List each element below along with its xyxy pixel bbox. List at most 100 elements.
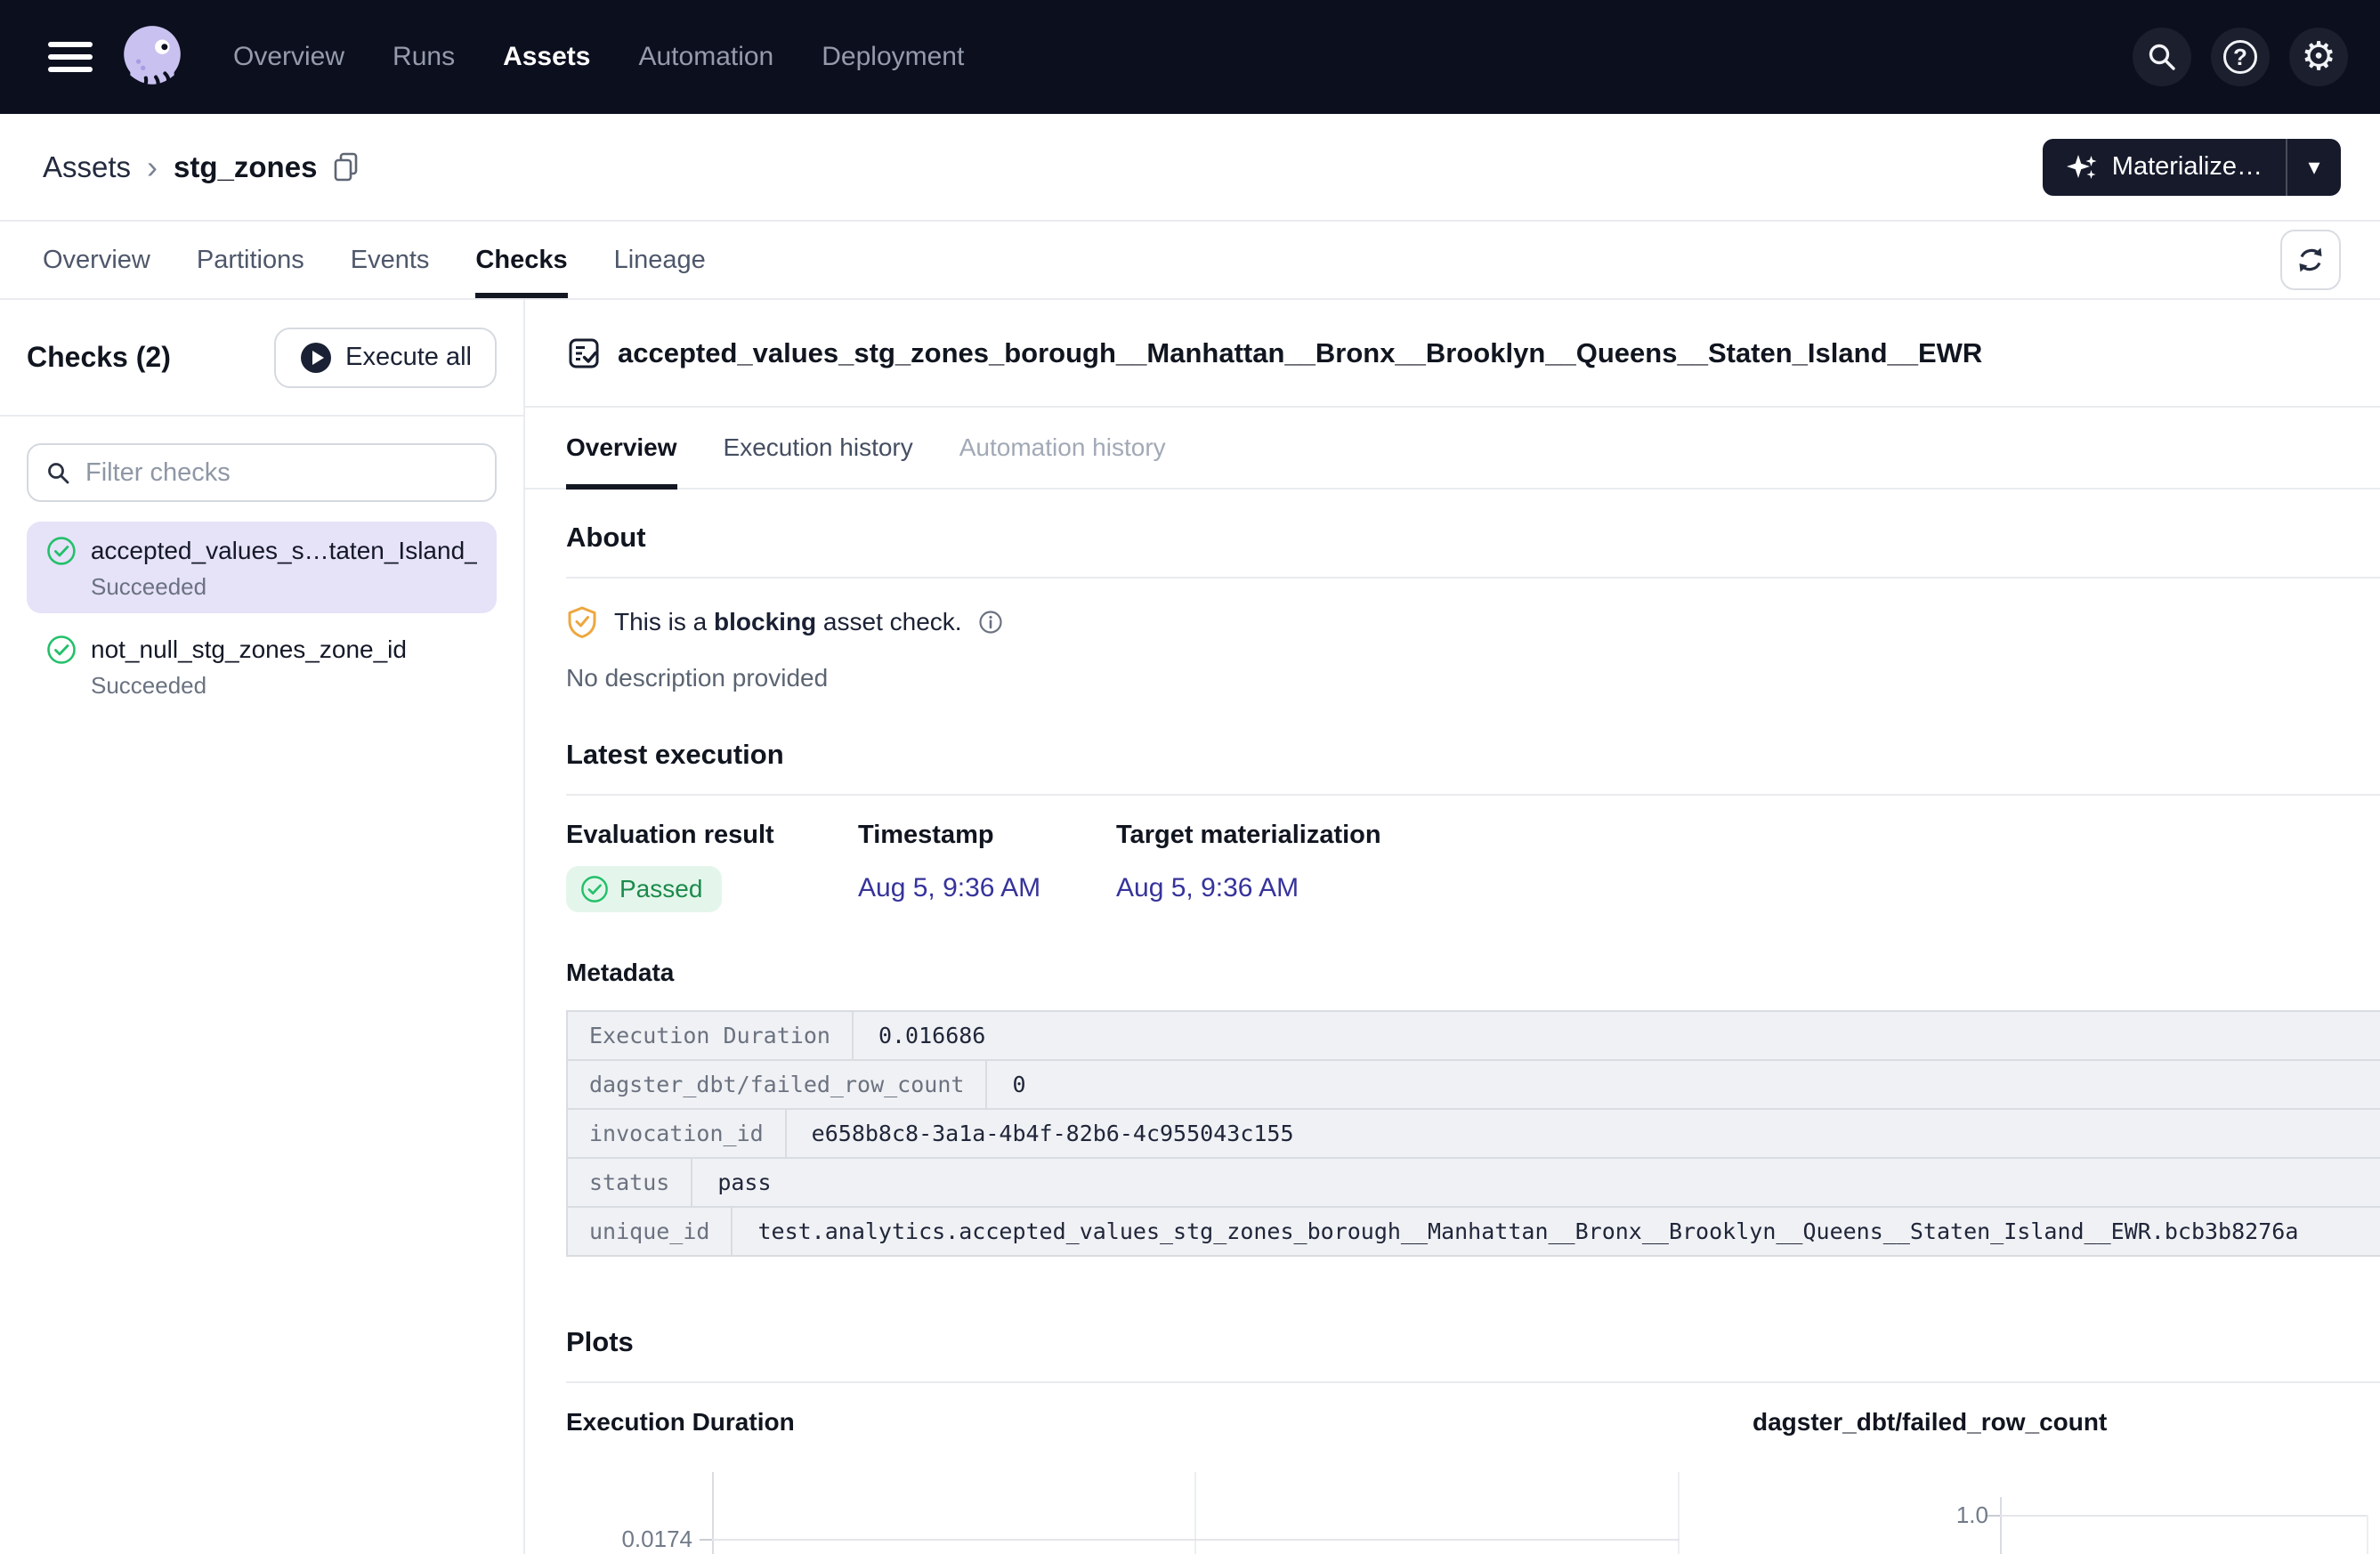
nav-deployment[interactable]: Deployment <box>822 42 964 72</box>
divider <box>566 577 2380 579</box>
metadata-table: Execution Duration 0.016686 dagster_dbt/… <box>566 1010 2380 1257</box>
metadata-key: dagster_dbt/failed_row_count <box>568 1061 987 1108</box>
search-icon <box>2145 40 2179 74</box>
plots-section: Execution Duration 0.0174 dagster_dbt/fa… <box>566 1408 2380 1554</box>
chart-plot-area: 1.0 0.6 <box>1753 1440 2380 1554</box>
gridline <box>1678 1472 1680 1554</box>
check-success-icon <box>580 875 609 903</box>
table-row: dagster_dbt/failed_row_count 0 <box>568 1061 2380 1110</box>
y-axis-tick-label: 1.0 <box>1761 1501 1988 1529</box>
filter-checks-input[interactable] <box>27 443 497 502</box>
nav-automation[interactable]: Automation <box>638 42 773 72</box>
plots-heading: Plots <box>566 1326 2380 1358</box>
search-button[interactable] <box>2133 28 2191 86</box>
execute-all-label: Execute all <box>345 343 472 372</box>
breadcrumb-row: Assets › stg_zones Materialize… ▾ <box>0 114 2380 220</box>
metadata-key: unique_id <box>568 1208 733 1255</box>
gridline <box>1194 1472 1196 1554</box>
help-button[interactable]: ? <box>2211 28 2270 86</box>
breadcrumb-assets-link[interactable]: Assets <box>43 150 131 184</box>
tab-execution-history[interactable]: Execution history <box>724 408 913 488</box>
metadata-value: test.analytics.accepted_values_stg_zones… <box>733 1208 2380 1255</box>
nav-runs[interactable]: Runs <box>393 42 455 72</box>
nav-overview[interactable]: Overview <box>233 42 344 72</box>
passed-status-badge: Passed <box>566 866 722 912</box>
gridline <box>2367 1515 2368 1554</box>
execute-all-button[interactable]: Execute all <box>274 328 497 388</box>
y-axis-line <box>712 1472 714 1554</box>
asset-check-icon <box>566 336 602 371</box>
refresh-button[interactable] <box>2280 230 2341 290</box>
copy-asset-name-button[interactable] <box>331 150 361 184</box>
metadata-key: Execution Duration <box>568 1012 854 1059</box>
tab-events[interactable]: Events <box>351 222 430 298</box>
breadcrumb-chevron-icon: › <box>147 151 158 183</box>
nav-assets[interactable]: Assets <box>503 42 590 72</box>
tab-overview[interactable]: Overview <box>43 222 150 298</box>
failed-row-count-chart: dagster_dbt/failed_row_count 1.0 0.6 <box>1753 1408 2380 1554</box>
materialize-split-button: Materialize… ▾ <box>2043 139 2341 196</box>
divider <box>0 415 523 417</box>
column-header-evaluation-result: Evaluation result <box>566 821 858 850</box>
gear-icon: ⚙ <box>2301 37 2335 77</box>
check-success-icon <box>46 635 77 665</box>
filter-search-icon <box>45 459 71 486</box>
blocking-text: This is a blocking asset check. <box>614 608 962 636</box>
metadata-value: pass <box>692 1159 2380 1206</box>
metadata-key: invocation_id <box>568 1110 787 1157</box>
tab-check-overview[interactable]: Overview <box>566 408 677 488</box>
check-detail-panel: accepted_values_stg_zones_borough__Manha… <box>525 300 2380 1554</box>
metadata-value: 0 <box>987 1061 2380 1108</box>
chart-title: dagster_dbt/failed_row_count <box>1753 1408 2380 1440</box>
tab-lineage[interactable]: Lineage <box>614 222 706 298</box>
check-status: Succeeded <box>91 672 477 700</box>
blocking-note: This is a blocking asset check. <box>566 605 2380 639</box>
tab-automation-history[interactable]: Automation history <box>959 408 1166 488</box>
copy-icon <box>331 150 361 184</box>
hamburger-menu-icon[interactable] <box>48 42 93 72</box>
caret-down-icon: ▾ <box>2308 153 2319 181</box>
shield-check-icon <box>566 605 598 639</box>
tab-checks[interactable]: Checks <box>475 222 567 298</box>
play-circle-icon <box>299 341 333 375</box>
table-row: status pass <box>568 1159 2380 1208</box>
materialize-button[interactable]: Materialize… <box>2043 139 2286 196</box>
timestamp-link[interactable]: Aug 5, 9:36 AM <box>858 873 1040 903</box>
tick-mark <box>700 1539 712 1541</box>
sparkle-icon <box>2066 150 2100 184</box>
table-row: unique_id test.analytics.accepted_values… <box>568 1208 2380 1257</box>
chart-title: Execution Duration <box>566 1408 1690 1440</box>
check-success-icon <box>46 536 77 566</box>
target-materialization-link[interactable]: Aug 5, 9:36 AM <box>1116 873 1299 903</box>
description-placeholder: No description provided <box>566 664 2380 692</box>
chart-plot-area: 0.0174 <box>566 1440 1690 1554</box>
help-icon: ? <box>2223 40 2257 74</box>
check-status: Succeeded <box>91 573 477 601</box>
metadata-value: e658b8c8-3a1a-4b4f-82b6-4c955043c155 <box>787 1110 2380 1157</box>
y-axis-tick-label: 0.0174 <box>566 1526 692 1553</box>
checks-list: accepted_values_s…taten_Island_ Succeede… <box>27 522 497 712</box>
materialize-dropdown-button[interactable]: ▾ <box>2286 139 2341 196</box>
top-nav: Overview Runs Assets Automation Deployme… <box>0 0 2380 114</box>
metadata-heading: Metadata <box>566 959 2380 987</box>
latest-execution-heading: Latest execution <box>566 739 2380 771</box>
gridline <box>2000 1515 2367 1517</box>
settings-button[interactable]: ⚙ <box>2289 28 2348 86</box>
checks-sidebar: Checks (2) Execute all <box>0 300 525 1554</box>
tick-mark <box>1987 1515 2000 1517</box>
dagster-asset-check-page: Overview Runs Assets Automation Deployme… <box>0 0 2380 1554</box>
check-list-item-accepted-values[interactable]: accepted_values_s…taten_Island_ Succeede… <box>27 522 497 613</box>
checks-count-heading: Checks (2) <box>27 341 171 374</box>
materialize-label: Materialize… <box>2112 152 2263 182</box>
table-row: Execution Duration 0.016686 <box>568 1012 2380 1061</box>
execution-duration-chart: Execution Duration 0.0174 <box>566 1408 1690 1554</box>
check-name: accepted_values_s…taten_Island_ <box>91 537 477 565</box>
divider <box>566 1381 2380 1383</box>
tab-partitions[interactable]: Partitions <box>197 222 304 298</box>
check-list-item-not-null[interactable]: not_null_stg_zones_zone_id Succeeded <box>27 620 497 712</box>
dagster-logo-icon[interactable] <box>117 22 187 92</box>
divider <box>566 794 2380 796</box>
column-header-timestamp: Timestamp <box>858 821 1116 850</box>
info-icon[interactable] <box>978 610 1003 635</box>
metadata-value: 0.016686 <box>854 1012 2380 1059</box>
